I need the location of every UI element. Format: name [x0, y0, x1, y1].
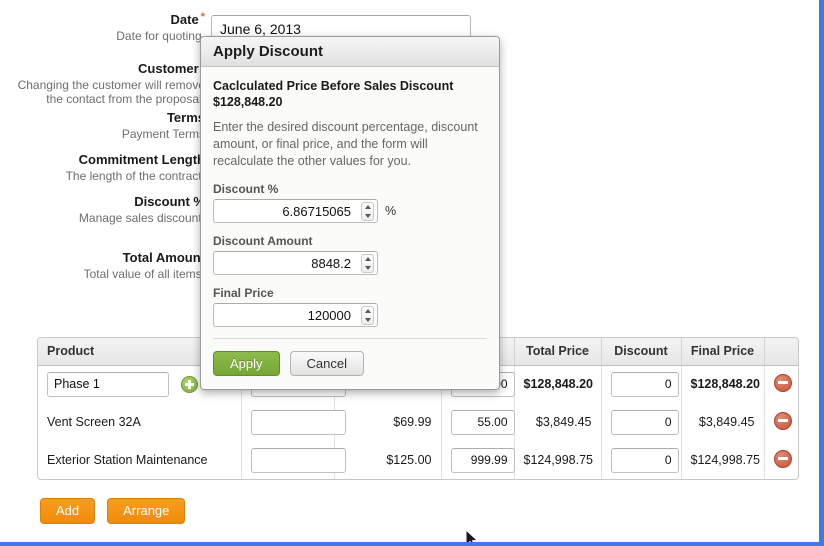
field-total-amount-help: Total value of all items. — [83, 267, 205, 281]
spinner-down-icon[interactable] — [364, 213, 371, 218]
column-header-total-price: Total Price — [514, 338, 602, 366]
cell-product-qty — [441, 403, 515, 441]
footer-actions: Add Arrange — [40, 498, 186, 524]
cell-product-remove — [764, 403, 798, 441]
field-date-help: Date for quoting. — [116, 29, 205, 43]
percent-suffix-label: % — [385, 204, 397, 218]
product-note-input[interactable] — [250, 447, 346, 473]
spinner-down-icon[interactable] — [364, 265, 371, 270]
discount-amount-label: Discount Amount — [213, 234, 313, 248]
cell-product-final-price[interactable]: $3,849.45 — [681, 403, 765, 441]
product-qty-input[interactable] — [450, 409, 515, 435]
spinner-up-icon[interactable] — [364, 205, 371, 210]
cell-phase-final-price: $128,848.20 — [681, 365, 765, 403]
discount-amount-input[interactable] — [214, 252, 356, 274]
table-row: Exterior Station Maintenance $125.00 $12… — [38, 441, 798, 479]
page-root: Date* Date for quoting. Customer* Changi… — [0, 0, 824, 546]
cell-product-discount — [601, 441, 682, 479]
discount-amount-row — [213, 251, 487, 275]
dialog-body: Caclculated Price Before Sales Discount … — [201, 67, 499, 327]
add-button[interactable]: Add — [40, 498, 96, 524]
spinner-up-icon[interactable] — [364, 309, 371, 314]
field-customer-help: Changing the customer will remove the co… — [17, 78, 205, 106]
column-header-final-price: Final Price — [681, 338, 765, 366]
spinner-up-icon[interactable] — [364, 257, 371, 262]
final-price-field — [213, 303, 378, 327]
spinner-down-icon[interactable] — [364, 317, 371, 322]
cell-product-discount — [601, 403, 682, 441]
product-qty-input[interactable] — [450, 447, 515, 473]
dialog-description: Enter the desired discount percentage, d… — [213, 120, 478, 168]
field-total-amount: Total Amount Total value of all items. — [0, 250, 205, 281]
cell-product-price: $69.99 — [334, 403, 442, 441]
cell-product-note — [241, 441, 346, 479]
apply-discount-dialog: Apply Discount Caclculated Price Before … — [200, 36, 500, 390]
field-commitment-length-help: The length of the contract. — [65, 169, 205, 183]
discount-amount-field — [213, 251, 378, 275]
minus-circle-icon[interactable] — [773, 449, 792, 468]
field-discount-pct-label: Discount % — [134, 194, 205, 209]
cell-product-note — [241, 403, 346, 441]
spinner-buttons[interactable] — [361, 202, 374, 221]
field-customer: Customer* Changing the customer will rem… — [0, 61, 205, 107]
product-discount-input[interactable] — [610, 409, 679, 435]
field-date: Date * Date for quoting. — [0, 11, 205, 44]
cell-phase-total-price: $128,848.20 — [514, 365, 602, 403]
final-price-input[interactable] — [214, 304, 356, 326]
cell-phase-remove — [764, 365, 798, 403]
discount-percent-label: Discount % — [213, 182, 279, 196]
field-discount-pct-help: Manage sales discount. — [78, 211, 205, 225]
spinner-buttons[interactable] — [361, 254, 374, 273]
calculated-price-value: $128,848.20 — [213, 95, 283, 109]
minus-circle-icon[interactable] — [773, 373, 792, 392]
discount-percent-field — [213, 199, 378, 223]
cell-product-total-price: $3,849.45 — [514, 403, 602, 441]
cancel-button[interactable]: Cancel — [289, 351, 364, 376]
field-customer-label: Customer* — [0, 61, 205, 77]
apply-button[interactable]: Apply — [213, 351, 280, 376]
cell-product-price: $125.00 — [334, 441, 442, 479]
required-marker: * — [200, 11, 205, 23]
product-discount-input[interactable] — [610, 447, 679, 473]
dialog-title: Apply Discount — [213, 43, 324, 60]
arrange-button[interactable]: Arrange — [107, 498, 186, 524]
minus-circle-icon[interactable] — [773, 411, 792, 430]
field-commitment-length-label: Commitment Length — [78, 152, 205, 167]
cell-product-name: Vent Screen 32A — [38, 403, 242, 441]
product-note-input[interactable] — [250, 409, 346, 435]
field-terms-label: Terms — [166, 110, 205, 125]
discount-percent-row: % — [213, 199, 487, 223]
dialog-footer: Apply Cancel — [213, 338, 487, 389]
cell-product-final-price[interactable]: $124,998.75 — [681, 441, 765, 479]
mouse-cursor-icon — [466, 530, 479, 542]
field-discount-pct: Discount % Manage sales discount. — [0, 194, 205, 225]
cell-product-remove — [764, 441, 798, 479]
phase-name-input[interactable] — [47, 371, 169, 397]
field-terms-help: Payment Terms — [121, 127, 205, 141]
cell-product-name: Exterior Station Maintenance — [38, 441, 242, 479]
column-header-actions — [764, 338, 798, 366]
column-header-discount: Discount — [601, 338, 682, 366]
discount-percent-input[interactable] — [214, 200, 356, 222]
cell-phase-discount — [601, 365, 682, 403]
cell-product-total-price: $124,998.75 — [514, 441, 602, 479]
final-price-row — [213, 303, 487, 327]
dialog-titlebar: Apply Discount — [201, 37, 499, 67]
field-total-amount-label: Total Amount — [122, 250, 205, 265]
plus-circle-icon[interactable] — [181, 375, 199, 393]
field-date-label: Date * — [170, 11, 205, 28]
phase-discount-input[interactable] — [610, 371, 679, 397]
table-row: Vent Screen 32A $69.99 $3,849.45 $3,849.… — [38, 403, 798, 441]
spinner-buttons[interactable] — [361, 306, 374, 325]
calculated-price-label: Caclculated Price Before Sales Discount — [213, 79, 454, 93]
field-terms: Terms Payment Terms — [0, 110, 205, 141]
cell-product-qty — [441, 441, 515, 479]
field-commitment-length: Commitment Length The length of the cont… — [0, 152, 205, 183]
final-price-label: Final Price — [213, 286, 274, 300]
